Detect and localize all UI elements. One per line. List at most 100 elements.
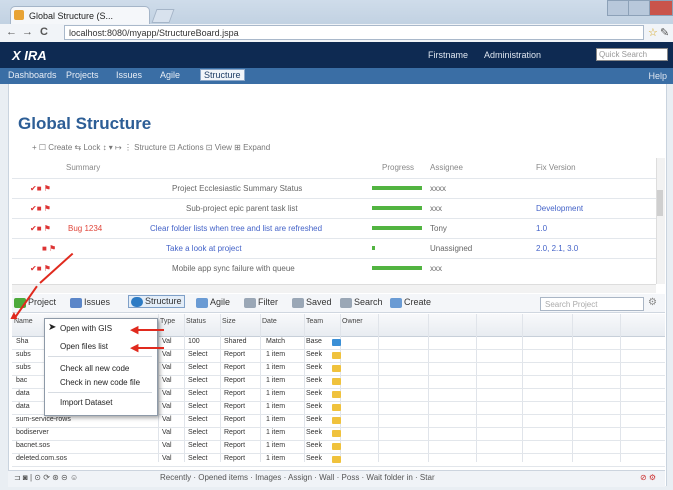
grid-col-status[interactable]: Status [186, 318, 206, 325]
grid-status: Select [188, 429, 208, 436]
main-menu-bar [0, 68, 673, 84]
column-assignee[interactable]: Assignee [430, 163, 463, 172]
grid-date: 1 item [266, 390, 286, 397]
table-row[interactable] [12, 258, 656, 279]
back-icon[interactable]: ← [6, 26, 17, 38]
column-summary[interactable]: Summary [66, 163, 100, 172]
grid-size: Report [224, 377, 246, 384]
row-summary[interactable]: Sub-project epic parent task list [186, 204, 298, 213]
settings-icon[interactable]: ⚙ [648, 297, 657, 308]
grid-col-owner[interactable]: Owner [342, 318, 363, 325]
grid-status: Select [188, 390, 208, 397]
grid-team: Seek [306, 377, 322, 384]
menu-structure[interactable]: Structure [200, 69, 245, 81]
toolbar-issues-button[interactable]: Issues [70, 297, 110, 308]
ctx-check-all[interactable]: Check all new code [60, 364, 129, 373]
grid-name: Sha [16, 338, 29, 345]
grid-col-team[interactable]: Team [306, 318, 323, 325]
ctx-open-files[interactable]: Open files list [60, 342, 108, 351]
annotation-arrow [136, 347, 164, 349]
forward-icon[interactable]: → [22, 26, 33, 38]
status-controls[interactable]: ⊐ ◙ | ⊙ ⟳ ⊛ ⊝ ☺ [14, 473, 78, 482]
grid-status: Select [188, 403, 208, 410]
progress-bar [372, 266, 422, 270]
row-summary[interactable]: Take a look at project [166, 244, 242, 253]
grid-col-date[interactable]: Date [262, 318, 277, 325]
grid-status: Select [188, 364, 208, 371]
admin-menu[interactable]: Administration [484, 50, 541, 60]
grid-size: Shared [224, 338, 247, 345]
ctx-separator [48, 392, 152, 393]
row-key[interactable]: Bug 1234 [68, 224, 102, 233]
ctx-check-in[interactable]: Check in new code file [60, 378, 140, 387]
row-summary[interactable]: Clear folder lists when tree and list ar… [150, 224, 322, 233]
toolbar-saved-button[interactable]: Saved [292, 297, 332, 308]
grid-team: Base [306, 338, 322, 345]
scroll-thumb[interactable] [657, 190, 663, 216]
grid-name: subs [16, 351, 31, 358]
row-fix-version[interactable]: 1.0 [536, 224, 547, 233]
app-header [0, 42, 673, 68]
quick-search-input[interactable]: Quick Search [596, 48, 668, 61]
vertical-scrollbar[interactable] [656, 158, 665, 284]
row-flag-icon: ■ ⚑ [42, 244, 57, 253]
column-fix-version[interactable]: Fix Version [536, 163, 576, 172]
grid-size: Report [224, 390, 246, 397]
grid-type: Val [162, 364, 172, 371]
folder-icon [332, 456, 341, 463]
help-link[interactable]: Help [648, 71, 667, 81]
grid-team: Seek [306, 442, 322, 449]
progress-bar [372, 226, 422, 230]
row-assignee: xxx [430, 264, 442, 273]
minimize-button[interactable] [607, 0, 629, 16]
row-assignee: xxxx [430, 184, 446, 193]
row-flag-icon: ✔■ ⚑ [30, 264, 51, 273]
menu-dashboards[interactable]: Dashboards [8, 70, 57, 80]
row-flag-icon: ✔■ ⚑ [30, 204, 51, 213]
browser-tab[interactable]: Global Structure (S... [10, 6, 150, 24]
column-progress[interactable]: Progress [382, 163, 414, 172]
toolbar-create-button[interactable]: Create [390, 297, 431, 308]
row-assignee: Unassigned [430, 244, 473, 253]
ctx-separator [48, 356, 152, 357]
row-fix-version[interactable]: 2.0, 2.1, 3.0 [536, 244, 578, 253]
arrow-head-icon: ◀ [130, 342, 139, 354]
menu-projects[interactable]: Projects [66, 70, 99, 80]
ctx-open-with[interactable]: Open with GIS [60, 324, 112, 333]
close-window-button[interactable] [649, 0, 673, 16]
menu-issues[interactable]: Issues [116, 70, 142, 80]
grid-date: 1 item [266, 351, 286, 358]
grid-date: 1 item [266, 429, 286, 436]
panel-search-input[interactable]: Search Project [540, 297, 644, 311]
user-menu[interactable]: Firstname [428, 50, 468, 60]
grid-col-size[interactable]: Size [222, 318, 236, 325]
reload-icon[interactable]: C [40, 26, 48, 38]
row-summary[interactable]: Mobile app sync failure with queue [172, 264, 295, 273]
horizontal-scrollbar[interactable] [12, 284, 656, 293]
status-text: Recently · Opened items · Images · Assig… [160, 473, 435, 482]
progress-bar [372, 186, 422, 190]
row-summary[interactable]: Project Ecclesiastic Summary Status [172, 184, 302, 193]
toolbar-agile-button[interactable]: Agile [196, 297, 230, 308]
table-row[interactable] [12, 218, 656, 239]
structure-toolbar[interactable]: + ☐ Create ⇆ Lock ↕ ▾ ↦ ⋮ Structure ⊡ Ac… [32, 143, 270, 152]
folder-icon [332, 443, 341, 450]
grid-type: Val [162, 442, 172, 449]
address-bar[interactable]: localhost:8080/myapp/StructureBoard.jspa [64, 25, 644, 40]
bookmark-star-icon[interactable]: ☆ [648, 26, 658, 39]
toolbar-filter-button[interactable]: Filter [244, 297, 278, 308]
row-fix-version[interactable]: Development [536, 204, 583, 213]
toolbar-search-button[interactable]: Search [340, 297, 383, 308]
table-row[interactable] [12, 178, 656, 199]
grid-team: Seek [306, 364, 322, 371]
maximize-button[interactable] [628, 0, 650, 16]
saved-icon [292, 297, 304, 308]
grid-col-type[interactable]: Type [160, 318, 175, 325]
menu-agile[interactable]: Agile [160, 70, 180, 80]
ctx-import[interactable]: Import Dataset [60, 398, 112, 407]
toolbar-structure-button[interactable]: Structure [128, 295, 185, 308]
wrench-icon[interactable]: ✎ [660, 26, 669, 39]
grid-size: Report [224, 351, 246, 358]
folder-icon [332, 404, 341, 411]
app-logo[interactable]: X IRA [12, 48, 47, 63]
